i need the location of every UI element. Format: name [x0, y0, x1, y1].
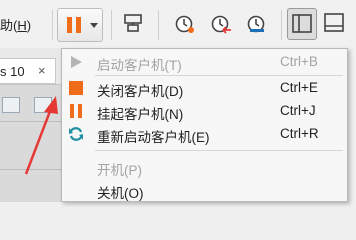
menu-item-label: 启动客户机(T): [97, 58, 182, 73]
menu-item-shortcut: Ctrl+R: [280, 126, 319, 141]
menu-item-suspend-guest[interactable]: 挂起客户机(N) Ctrl+J: [62, 99, 347, 123]
menu-separator: [95, 150, 343, 151]
revert-snapshot-icon[interactable]: [209, 12, 233, 36]
menu-item-start-guest[interactable]: 启动客户机(T) Ctrl+B: [62, 50, 347, 74]
menu-item-label: 开机(P): [97, 163, 142, 178]
snapshot-icon[interactable]: [173, 12, 197, 36]
console-view-button[interactable]: [320, 8, 350, 40]
manage-snapshots-icon[interactable]: [245, 12, 269, 36]
menu-item-restart-guest[interactable]: 重新启动客户机(E) Ctrl+R: [62, 122, 347, 146]
pause-icon: [70, 104, 82, 118]
menu-item-label: 重新启动客户机(E): [97, 130, 210, 145]
menu-item-shortcut: Ctrl+B: [280, 54, 318, 69]
menu-item-shortcut: Ctrl+E: [280, 80, 318, 95]
toolbar-separator: [158, 10, 159, 40]
sidebar-view-icon: [292, 14, 312, 33]
menu-item-power-on[interactable]: 开机(P): [62, 155, 347, 179]
sidebar-view-button[interactable]: [287, 8, 317, 40]
menu-item-shortcut: Ctrl+J: [280, 103, 316, 118]
power-dropdown-menu: 启动客户机(T) Ctrl+B 关闭客户机(D) Ctrl+E 挂起客户机(N)…: [61, 48, 348, 202]
toolbar-separator: [281, 10, 282, 40]
menu-item-power-off[interactable]: 关机(O): [62, 178, 347, 202]
restart-icon: [69, 127, 83, 141]
chevron-down-icon: [90, 23, 98, 28]
menu-item-shutdown-guest[interactable]: 关闭客户机(D) Ctrl+E: [62, 76, 347, 100]
menu-item-label: 关机(O): [97, 186, 144, 201]
menu-item-label: 关闭客户机(D): [97, 84, 184, 99]
stop-icon: [69, 81, 83, 95]
console-view-icon: [324, 13, 344, 32]
toolbar-separator: [111, 10, 112, 40]
menu-item-label: 挂起客户机(N): [97, 107, 184, 122]
send-keys-icon[interactable]: [121, 12, 145, 36]
play-icon: [71, 56, 82, 68]
